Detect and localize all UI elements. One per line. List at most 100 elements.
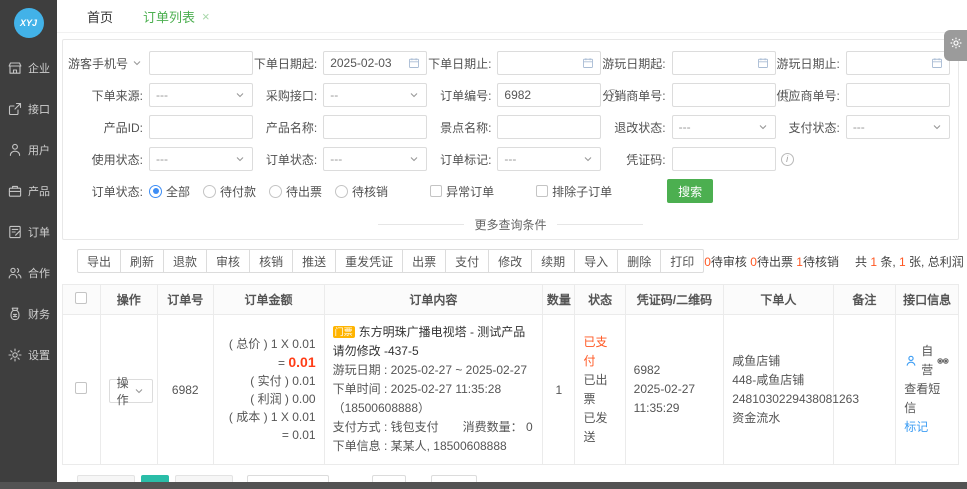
chevron-down-icon[interactable] — [131, 57, 143, 69]
select-all-checkbox[interactable] — [75, 292, 87, 304]
play-date-end-label: 游玩日期止: — [772, 55, 846, 72]
radio-icon[interactable] — [269, 185, 282, 198]
search-button[interactable]: 搜索 — [667, 179, 713, 203]
product-name-input[interactable] — [323, 115, 427, 139]
settings-handle[interactable] — [944, 30, 967, 61]
checkbox-icon[interactable] — [536, 185, 548, 197]
filter-field-distributor-no: 分销商单号:i — [598, 83, 772, 107]
toolbar-resend-voucher-button[interactable]: 重发凭证 — [335, 249, 403, 273]
toolbar-renew-button[interactable]: 续期 — [531, 249, 575, 273]
filter-spacer — [772, 147, 946, 171]
calendar-icon — [408, 57, 420, 69]
tourist-phone-input[interactable] — [149, 51, 253, 75]
row-voucher: 6982 2025-02-27 11:35:29 — [625, 315, 724, 465]
table-header-row: 操作 订单号 订单金额 订单内容 数量 状态 凭证码/二维码 下单人 备注 接口… — [63, 285, 959, 315]
toolbar-refund-button[interactable]: 退款 — [163, 249, 207, 273]
table-row: 操作 6982 ( 总价 ) 1 X 0.01 = 0.01 ( 实付 ) 0.… — [63, 315, 959, 465]
confirm-page-button[interactable]: 确定 — [431, 475, 477, 482]
order-date-end-date-input[interactable] — [497, 51, 601, 75]
next-page-button[interactable]: 下一页 — [175, 475, 233, 482]
refund-status-select[interactable]: --- — [672, 115, 776, 139]
page-jump-input[interactable] — [372, 475, 406, 482]
row-op-button[interactable]: 操作 — [109, 379, 153, 403]
filter-field-order-status: 订单状态:--- — [249, 147, 423, 171]
voucher-code-input[interactable] — [672, 147, 776, 171]
toolbar-export-button[interactable]: 导出 — [77, 249, 121, 273]
play-date-end-date-input[interactable] — [846, 51, 950, 75]
radio-unverified[interactable]: 待核销 — [335, 183, 388, 200]
order-tag-select[interactable]: --- — [497, 147, 601, 171]
toolbar-modify-button[interactable]: 修改 — [488, 249, 532, 273]
moneybag-icon — [7, 306, 23, 322]
radio-all[interactable]: 全部 — [149, 183, 190, 200]
checkbox-icon[interactable] — [430, 185, 442, 197]
total-price-value: 0.01 — [288, 354, 315, 370]
toolbar-issue-ticket-button[interactable]: 出票 — [402, 249, 446, 273]
checkbox-abnormal-order[interactable]: 异常订单 — [430, 183, 494, 200]
order-status-select[interactable]: --- — [323, 147, 427, 171]
close-icon[interactable]: × — [202, 9, 210, 24]
purchase-api-label: 采购接口: — [249, 87, 323, 104]
scenic-name-input[interactable] — [497, 115, 601, 139]
sidebar-item-finance[interactable]: 财务 — [7, 306, 50, 322]
radio-icon[interactable] — [335, 185, 348, 198]
sidebar-item-user[interactable]: 用户 — [7, 142, 50, 158]
tab-order-list[interactable]: 订单列表 × — [143, 7, 210, 26]
calendar-icon — [931, 57, 943, 69]
sidebar-item-enterprise[interactable]: 企业 — [7, 60, 50, 76]
tab-home[interactable]: 首页 — [87, 7, 113, 26]
toolbar-refresh-button[interactable]: 刷新 — [120, 249, 164, 273]
distributor-no-input[interactable] — [672, 83, 776, 107]
order-date-start-value: 2025-02-03 — [330, 56, 391, 70]
sidebar-item-partner[interactable]: 合作 — [7, 265, 50, 281]
header-voucher: 凭证码/二维码 — [625, 285, 724, 315]
page-1-button[interactable]: 1 — [141, 475, 169, 482]
order-management-app: XYJ 企业接口用户产品订单合作财务设置 首页 订单列表 × 游客手机号下单日期… — [0, 0, 967, 489]
sidebar-item-label: 订单 — [28, 224, 50, 240]
prev-page-button[interactable]: 上一页 — [77, 475, 135, 482]
toolbar-delete-button[interactable]: 删除 — [617, 249, 661, 273]
radio-unissued[interactable]: 待出票 — [269, 183, 322, 200]
row-content: 门票东方明珠广播电视塔 - 测试产品请勿修改 -437-5 游玩日期 : 202… — [324, 315, 543, 465]
product-id-input[interactable] — [149, 115, 253, 139]
pending-verify-count: 1 — [796, 255, 803, 269]
ticket-type-badge: 门票 — [333, 326, 355, 338]
more-conditions-link[interactable]: 更多查询条件 — [474, 216, 546, 233]
mark-link[interactable]: 标记 — [904, 418, 950, 437]
page-size-select[interactable]: 10 条/页 — [247, 475, 329, 482]
play-date-start-date-input[interactable] — [672, 51, 776, 75]
order-source-select[interactable]: --- — [149, 83, 253, 107]
order-date-end-label: 下单日期止: — [423, 55, 497, 72]
row-checkbox[interactable] — [75, 382, 87, 394]
tab-order-list-label: 订单列表 — [143, 7, 195, 26]
toolbar-pay-button[interactable]: 支付 — [445, 249, 489, 273]
chevron-down-icon — [234, 153, 246, 165]
radio-unpaid[interactable]: 待付款 — [203, 183, 256, 200]
toolbar-push-button[interactable]: 推送 — [292, 249, 336, 273]
filter-field-pay-status: 支付状态:--- — [772, 115, 946, 139]
header-api-info: 接口信息 — [896, 285, 959, 315]
toolbar-import-button[interactable]: 导入 — [574, 249, 618, 273]
use-status-select[interactable]: --- — [149, 147, 253, 171]
sidebar-item-order[interactable]: 订单 — [7, 224, 50, 240]
radio-icon[interactable] — [149, 185, 162, 198]
order-no-input[interactable] — [497, 83, 601, 107]
toolbar-print-button[interactable]: 打印 — [660, 249, 704, 273]
chevron-down-icon — [408, 153, 420, 165]
order-no-label: 订单编号: — [423, 87, 497, 104]
eyes-icon[interactable] — [936, 354, 950, 368]
app-logo[interactable]: XYJ — [14, 8, 44, 38]
toolbar-audit-button[interactable]: 审核 — [206, 249, 250, 273]
sidebar-item-api[interactable]: 接口 — [7, 101, 50, 117]
purchase-api-select[interactable]: -- — [323, 83, 427, 107]
checkbox-exclude-sub-order[interactable]: 排除子订单 — [536, 183, 612, 200]
voucher-code-label: 凭证码: — [598, 151, 672, 168]
sidebar-item-settings[interactable]: 设置 — [7, 347, 50, 363]
radio-icon[interactable] — [203, 185, 216, 198]
view-sms-link[interactable]: 查看短信 — [904, 380, 950, 418]
sidebar-item-product[interactable]: 产品 — [7, 183, 50, 199]
toolbar-verify-button[interactable]: 核销 — [249, 249, 293, 273]
order-date-start-date-input[interactable]: 2025-02-03 — [323, 51, 427, 75]
pay-status-select[interactable]: --- — [846, 115, 950, 139]
supplier-no-input[interactable] — [846, 83, 950, 107]
